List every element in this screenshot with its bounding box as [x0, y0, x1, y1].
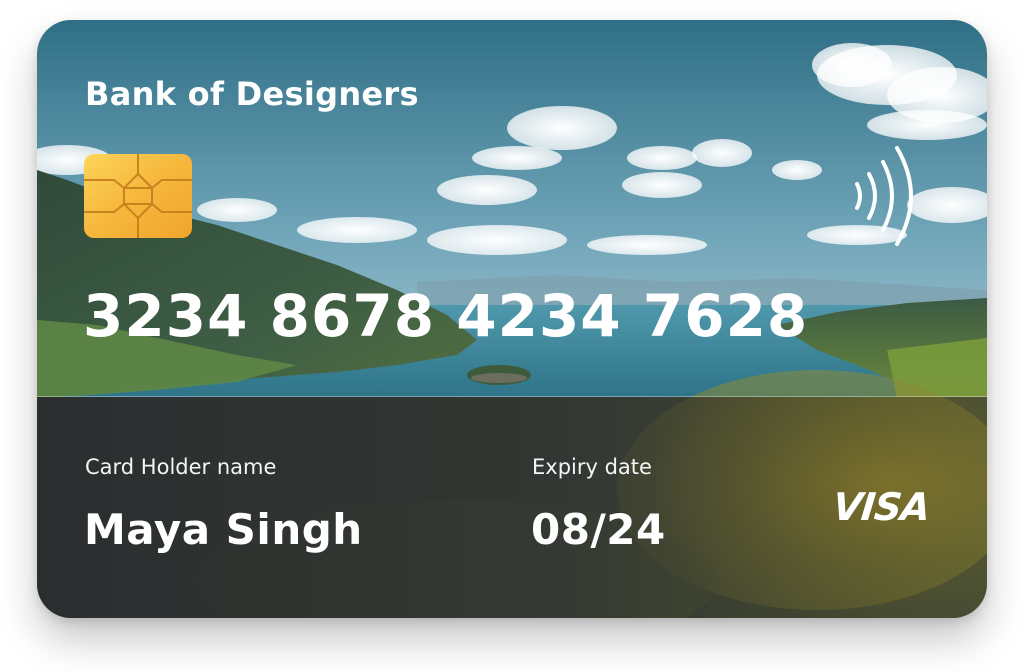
panel-foliage-glow — [657, 397, 987, 618]
emv-chip-icon — [84, 154, 192, 238]
panel-divider — [37, 396, 987, 397]
card-holder-label: Card Holder name — [85, 455, 277, 479]
bank-name: Bank of Designers — [85, 75, 419, 113]
card-number: 3234 8678 4234 7628 — [83, 282, 809, 350]
contactless-icon — [855, 146, 913, 246]
credit-card: Bank of Designers 3234 8678 4234 7628 Ca… — [37, 20, 987, 618]
expiry-date-value: 08/24 — [531, 505, 666, 554]
expiry-date-label: Expiry date — [532, 455, 652, 479]
visa-logo: VISA — [830, 485, 932, 529]
card-holder-name: Maya Singh — [84, 505, 363, 554]
